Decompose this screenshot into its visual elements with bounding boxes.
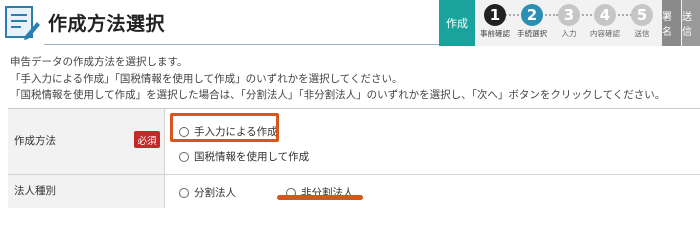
step-number: 3: [558, 4, 580, 26]
step-tab-send: 送信: [682, 0, 700, 46]
step-label: 送信: [634, 29, 650, 38]
form-label-cell: 作成方法 必須: [8, 109, 165, 174]
instruction-line: 申告データの作成方法を選択します。: [10, 56, 188, 68]
radio-button[interactable]: [179, 187, 189, 198]
step-5: 5 送信: [620, 4, 664, 44]
header-divider: [44, 44, 440, 45]
instruction-line: 「手入力による作成」「国税情報を使用して作成」のいずれかを選択してください。: [10, 72, 403, 85]
annotation-underline: [277, 195, 363, 200]
instructions: 申告データの作成方法を選択します。 「手入力による作成」「国税情報を使用して作成…: [10, 54, 665, 104]
radio-use-tax-info[interactable]: 国税情報を使用して作成: [179, 149, 309, 164]
form-row-method: 作成方法 必須 手入力による作成 国税情報を使用して作成: [8, 109, 700, 175]
instruction-line: 「国税情報を使用して作成」を選択した場合は、「分割法人」「非分割法人」のいずれか…: [10, 89, 666, 101]
method-label: 作成方法: [14, 135, 56, 147]
form-label-cell: 法人種別: [8, 175, 165, 208]
required-badge: 必須: [134, 131, 160, 148]
annotation-highlight-box: [170, 113, 279, 142]
step-number: 1: [484, 4, 506, 26]
radio-label: 国税情報を使用して作成: [194, 151, 310, 163]
document-edit-icon: [5, 6, 40, 40]
form-table: 作成方法 必須 手入力による作成 国税情報を使用して作成 法人種別 分割法人 非…: [8, 108, 700, 208]
step-number: 4: [594, 4, 616, 26]
step-number: 2: [521, 4, 543, 26]
radio-label: 分割法人: [194, 187, 236, 199]
step-progress-bar: 作成 1 事前確認 2 手続選択 3 入力 4 内容確認 5 送信 署名 送信: [439, 0, 700, 46]
page-header: 作成方法選択 作成 1 事前確認 2 手続選択 3 入力 4 内容確認 5 送信…: [0, 0, 700, 46]
form-row-corp-type: 法人種別 分割法人 非分割法人: [8, 175, 700, 208]
step-tab-signature: 署名: [662, 0, 681, 46]
page-title: 作成方法選択: [48, 13, 166, 35]
radio-button[interactable]: [179, 151, 189, 162]
step-current-label: 作成: [439, 0, 475, 46]
corp-type-label: 法人種別: [14, 185, 56, 197]
step-number: 5: [631, 4, 653, 26]
radio-split-corp[interactable]: 分割法人: [179, 185, 236, 200]
